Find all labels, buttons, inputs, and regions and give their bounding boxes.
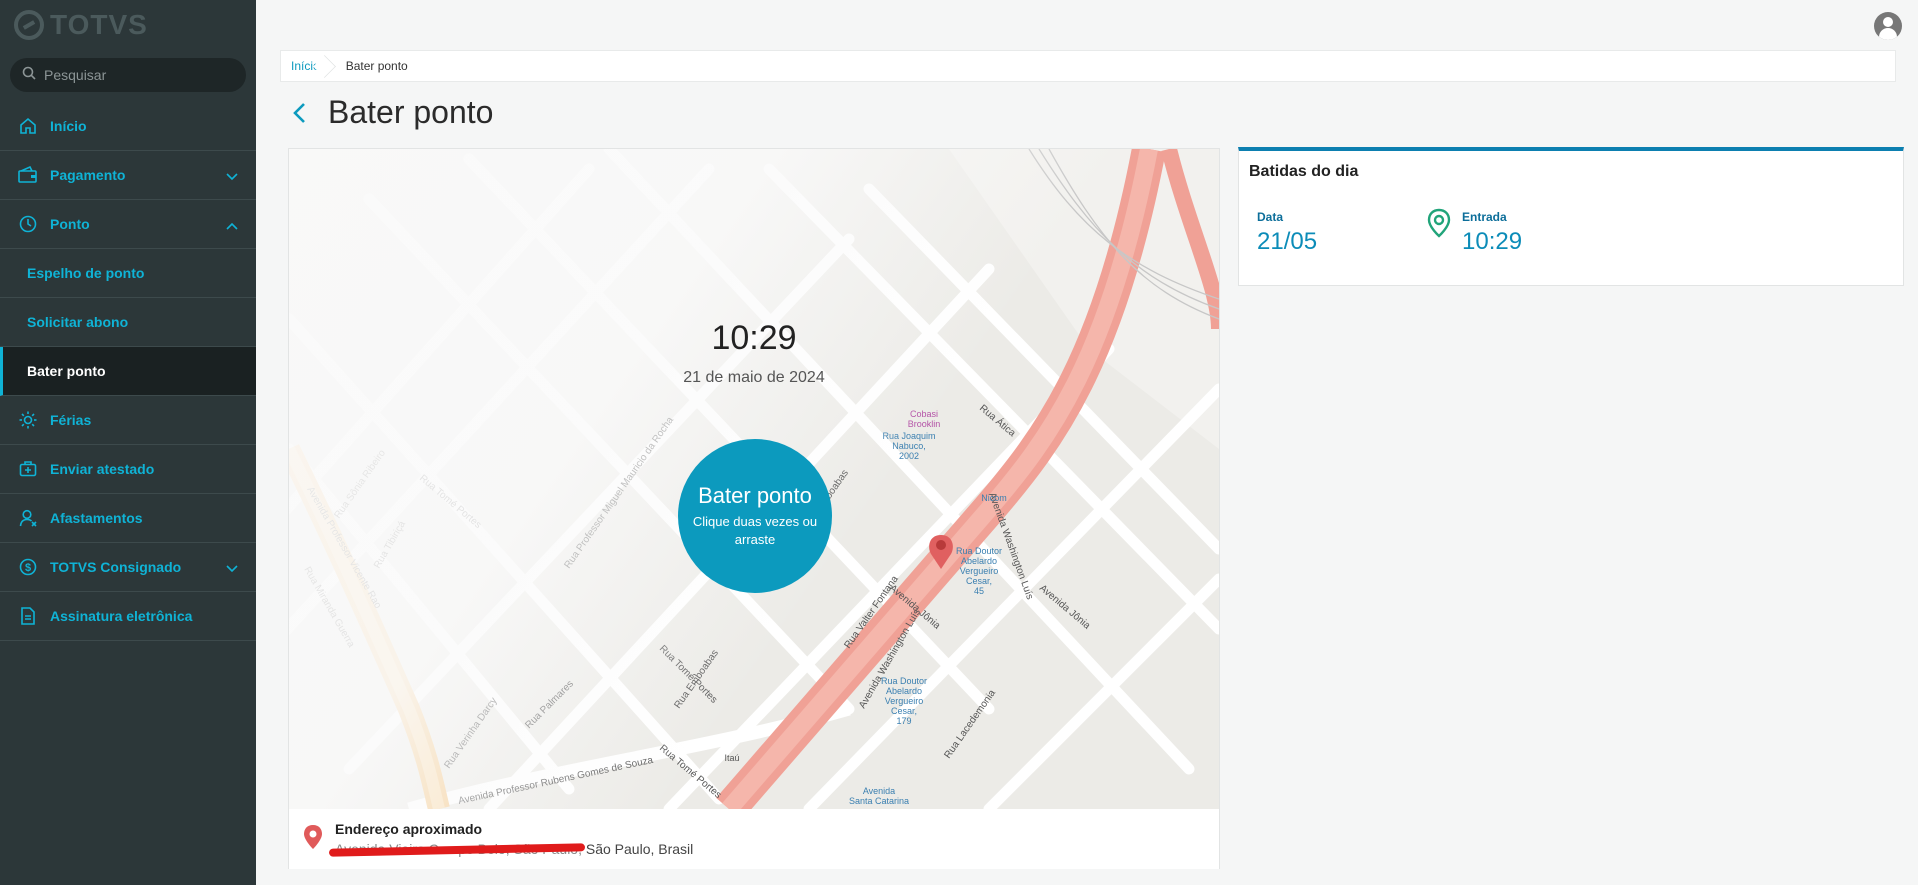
sidebar-item-solicitar-abono[interactable]: Solicitar abono — [0, 298, 256, 347]
entry-time: 10:29 — [1462, 228, 1523, 255]
sidebar-item-label: Enviar atestado — [50, 461, 155, 477]
search-input[interactable] — [44, 67, 234, 83]
sidebar-item-afastamentos[interactable]: Afastamentos — [0, 494, 256, 543]
date-label: Data — [1257, 210, 1284, 224]
address-visible-part: São Paulo, Brasil — [585, 841, 694, 857]
sidebar-item-inicio[interactable]: Início — [0, 102, 256, 151]
brand-name: TOTVS — [50, 9, 148, 40]
page-header: Bater ponto — [286, 94, 493, 131]
entry-label: Entrada — [1462, 210, 1507, 224]
page-title: Bater ponto — [328, 94, 494, 130]
sidebar-item-label: Espelho de ponto — [27, 265, 145, 281]
clock-icon — [18, 214, 38, 234]
svg-text:Rua Doutor: Rua Doutor — [956, 546, 1002, 556]
svg-text:179: 179 — [896, 716, 911, 726]
svg-text:Santa Catarina: Santa Catarina — [849, 796, 909, 806]
svg-text:Rua Joaquim: Rua Joaquim — [882, 431, 935, 441]
svg-text:2002: 2002 — [899, 451, 919, 461]
sidebar-item-label: Ponto — [50, 216, 90, 232]
svg-text:45: 45 — [974, 586, 984, 596]
sidebar-item-label: Férias — [50, 412, 92, 428]
sidebar-item-ferias[interactable]: Férias — [0, 396, 256, 445]
breadcrumb-current: Bater ponto — [345, 59, 408, 73]
chevron-up-icon[interactable] — [226, 217, 238, 233]
search-box — [10, 58, 246, 92]
sidebar-item-label: Pagamento — [50, 167, 126, 183]
sidebar-item-pagamento[interactable]: Pagamento — [0, 151, 256, 200]
address-value: Avenida Vieira Campo Belo, São Paulo, Sã… — [328, 841, 694, 857]
svg-text:Vergueiro: Vergueiro — [885, 696, 924, 706]
svg-text:Itaú: Itaú — [724, 753, 739, 763]
sidebar-item-label: Início — [50, 118, 87, 134]
svg-text:Nicom: Nicom — [981, 493, 1007, 503]
sidebar-item-label: Assinatura eletrônica — [50, 608, 193, 624]
document-icon — [18, 606, 38, 626]
current-date: 21 de maio de 2024 — [683, 369, 825, 386]
svg-text:Abelardo: Abelardo — [886, 686, 922, 696]
daily-punches-card: Batidas do dia Data 21/05 Entrada 10:29 — [1238, 147, 1904, 286]
address-title: Endereço aproximado — [335, 821, 483, 837]
svg-text:Cesar,: Cesar, — [891, 706, 917, 716]
svg-text:Avenida: Avenida — [863, 786, 895, 796]
breadcrumb-home-link[interactable]: Início — [281, 51, 330, 81]
user-avatar-icon[interactable] — [1874, 12, 1902, 40]
date-value: 21/05 — [1257, 228, 1318, 255]
user-icon — [18, 508, 38, 528]
back-arrow-icon[interactable] — [286, 100, 312, 126]
totvs-logo[interactable]: TOTVS — [14, 8, 148, 42]
sidebar: TOTVS Início Pagamento Ponto — [0, 0, 256, 885]
svg-text:Cobasi: Cobasi — [910, 409, 938, 419]
sidebar-nav: Início Pagamento Ponto Espelho de ponto … — [0, 102, 256, 641]
sidebar-item-espelho-de-ponto[interactable]: Espelho de ponto — [0, 249, 256, 298]
sidebar-item-label: Solicitar abono — [27, 314, 129, 330]
sidebar-item-ponto[interactable]: Ponto — [0, 200, 256, 249]
sidebar-item-bater-ponto[interactable]: Bater ponto — [0, 347, 256, 396]
wallet-icon — [18, 165, 38, 185]
approximate-address: Endereço aproximado Avenida Vieira Campo… — [289, 809, 1219, 869]
punch-button-hint: Clique duas vezes ou arraste — [692, 514, 818, 547]
location-pin-icon — [1427, 208, 1451, 243]
sidebar-item-label: Bater ponto — [27, 363, 106, 379]
totvs-logo-icon — [14, 10, 44, 40]
sidebar-item-label: TOTVS Consignado — [50, 559, 182, 575]
daily-punches-title: Batidas do dia — [1249, 163, 1359, 180]
location-pin-icon — [303, 824, 323, 855]
search-icon — [22, 66, 36, 85]
home-icon — [18, 116, 38, 136]
map-card: Rua Tomé Portes Rua Sônia Ribeiro Rua Pr… — [288, 148, 1220, 869]
punch-button-label: Bater ponto — [698, 483, 812, 508]
svg-text:Abelardo: Abelardo — [961, 556, 997, 566]
svg-text:Cesar,: Cesar, — [966, 576, 992, 586]
svg-text:Nabuco,: Nabuco, — [892, 441, 926, 451]
sidebar-item-assinatura-eletronica[interactable]: Assinatura eletrônica — [0, 592, 256, 641]
sidebar-item-totvs-consignado[interactable]: $ TOTVS Consignado — [0, 543, 256, 592]
top-bar — [256, 0, 1918, 50]
punch-clock-button[interactable]: Bater ponto Clique duas vezes ou arraste — [678, 439, 832, 593]
sun-icon — [18, 410, 38, 430]
current-time: 10:29 — [711, 319, 797, 357]
svg-text:Vergueiro: Vergueiro — [960, 566, 999, 576]
dollar-icon: $ — [18, 557, 38, 577]
sidebar-item-enviar-atestado[interactable]: Enviar atestado — [0, 445, 256, 494]
svg-text:$: $ — [25, 562, 31, 574]
svg-text:Brooklin: Brooklin — [908, 419, 941, 429]
sidebar-item-label: Afastamentos — [50, 510, 143, 526]
breadcrumb: Início Bater ponto — [280, 50, 1896, 82]
medical-kit-icon — [18, 459, 38, 479]
location-map[interactable]: Rua Tomé Portes Rua Sônia Ribeiro Rua Pr… — [289, 149, 1219, 809]
chevron-down-icon[interactable] — [226, 560, 238, 576]
chevron-down-icon[interactable] — [226, 168, 238, 184]
svg-text:Rua Doutor: Rua Doutor — [881, 676, 927, 686]
